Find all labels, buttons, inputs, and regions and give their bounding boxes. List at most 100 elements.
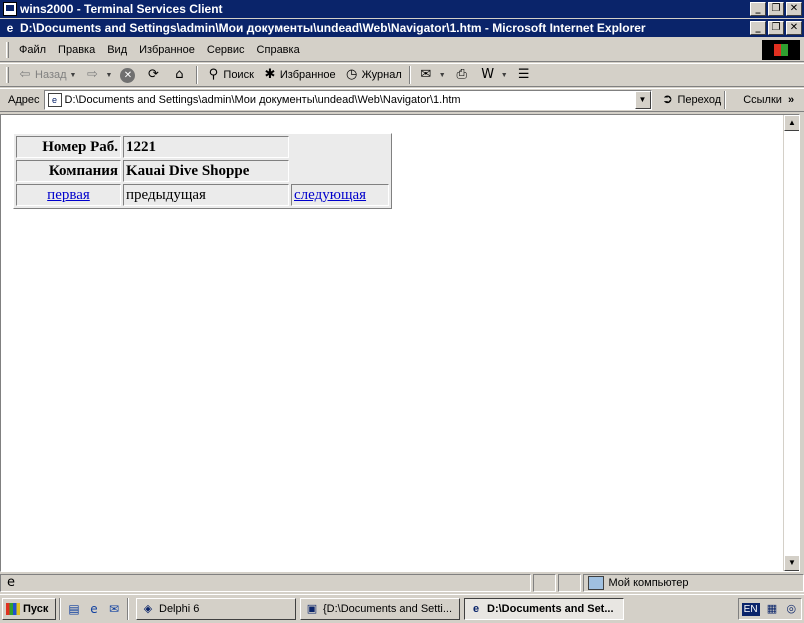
windows-flag-icon [6,603,20,615]
address-dropdown-icon[interactable]: ▼ [634,91,651,109]
mail-dropdown-icon[interactable]: ▼ [439,72,446,79]
discuss-button[interactable]: ☰ [512,64,538,86]
taskbar-separator [59,598,61,620]
home-icon: ⌂ [175,67,184,82]
refresh-button[interactable]: ⟳ [141,64,167,86]
company-label: Компания [16,160,121,182]
toolbar-grip[interactable] [6,67,9,83]
status-pane-security [558,574,582,592]
status-bar: e Мой компьютер [0,573,804,593]
next-link[interactable]: следующая [294,187,366,203]
page-content: Номер Раб. 1221 Компания Kauai Dive Shop… [0,114,800,572]
history-button[interactable]: ◷ Журнал [340,64,406,86]
go-button[interactable]: ➲ Переход [660,92,722,108]
back-label: Назад [35,69,67,81]
scroll-down-button[interactable]: ▼ [784,555,799,571]
delphi-icon: ◈ [143,603,153,615]
toolbar-separator [196,66,199,84]
edit-button[interactable]: W ▼ [476,64,512,86]
task-label: {D:\Documents and Setti... [323,603,453,615]
forward-dropdown-icon[interactable]: ▼ [105,72,112,79]
terminal-restore-button[interactable]: ❐ [768,2,784,16]
standard-toolbar: ⇦ Назад ▼ ⇨ ▼ ✕ ⟳ ⌂ ⚲ Поиск ✱ Избранное … [0,63,804,87]
vertical-scrollbar[interactable]: ▲ ▼ [783,115,799,571]
my-computer-icon [588,576,605,590]
toolbar-separator [408,66,411,84]
search-button[interactable]: ⚲ Поиск [201,64,257,86]
search-icon: ⚲ [208,67,219,82]
settings-icon[interactable]: ◎ [784,602,798,616]
print-button[interactable]: ⎙ [450,64,476,86]
chevron-right-icon[interactable]: » [788,94,794,106]
edit-dropdown-icon[interactable]: ▼ [501,72,508,79]
terminal-close-button[interactable]: ✕ [786,2,802,16]
terminal-services-titlebar[interactable]: wins2000 - Terminal Services Client _ ❐ … [0,0,804,18]
favorites-icon: ✱ [264,67,276,82]
show-desktop-icon[interactable]: ▤ [64,599,84,619]
record-table: Номер Раб. 1221 Компания Kauai Dive Shop… [13,133,392,209]
history-icon: ◷ [345,67,358,82]
page-icon: e [47,93,62,107]
taskbar-separator [127,598,129,620]
network-icon[interactable]: ▦ [765,602,779,616]
task-delphi[interactable]: ◈ Delphi 6 [136,598,296,620]
menu-bar: Файл Правка Вид Избранное Сервис Справка [0,38,804,62]
forward-button[interactable]: ⇨ ▼ [80,64,116,86]
terminal-window-title: wins2000 - Terminal Services Client [20,2,223,16]
company-value: Kauai Dive Shoppe [123,160,289,182]
mail-icon: ✉ [420,67,432,82]
ie-minimize-button[interactable]: _ [750,21,766,35]
system-tray: EN ▦ ◎ [738,598,802,620]
ie-window-title: D:\Documents and Settings\admin\Мои доку… [20,21,646,35]
navigation-row: первая предыдущая следующая [16,184,389,206]
windows-logo-icon [762,40,800,60]
discuss-icon: ☰ [517,67,530,82]
status-zone-pane: Мой компьютер [583,574,804,592]
menu-help[interactable]: Справка [251,44,306,56]
back-button[interactable]: ⇦ Назад ▼ [13,64,80,86]
ie-quicklaunch-icon[interactable]: e [84,599,104,619]
menu-tools[interactable]: Сервис [201,44,251,56]
ie-restore-button[interactable]: ❐ [768,21,784,35]
language-indicator[interactable]: EN [741,602,760,616]
search-label: Поиск [223,69,254,81]
go-label: Переход [677,94,722,106]
address-field[interactable]: e D:\Documents and Settings\admin\Мои до… [43,90,652,110]
status-zone-label: Мой компьютер [608,577,689,589]
history-label: Журнал [361,69,402,81]
ie-task-icon: e [472,603,480,615]
outlook-quicklaunch-icon[interactable]: ✉ [104,599,124,619]
favorites-label: Избранное [279,69,336,81]
stop-button[interactable]: ✕ [116,64,141,86]
home-button[interactable]: ⌂ [167,64,193,86]
mail-button[interactable]: ✉ ▼ [414,64,450,86]
menu-grip[interactable] [6,41,9,58]
stop-icon: ✕ [120,67,136,83]
status-page-icon: e [7,575,15,590]
task-label: D:\Documents and Set... [487,603,614,615]
address-value[interactable]: D:\Documents and Settings\admin\Мои доку… [65,94,635,106]
task-ie[interactable]: e D:\Documents and Set... [464,598,624,620]
first-link[interactable]: первая [47,187,90,203]
print-icon: ⎙ [456,67,467,82]
menu-edit[interactable]: Правка [52,44,101,56]
ie-titlebar[interactable]: e D:\Documents and Settings\admin\Мои до… [0,19,804,37]
ie-close-button[interactable]: ✕ [786,21,802,35]
task-label: Delphi 6 [159,603,200,615]
back-dropdown-icon[interactable]: ▼ [70,72,77,79]
terminal-minimize-button[interactable]: _ [750,2,766,16]
menu-favorites[interactable]: Избранное [133,44,201,56]
taskbar: Пуск ▤ e ✉ ◈ Delphi 6 ▣ {D:\Documents an… [0,594,804,623]
status-main-pane: e [0,574,531,592]
empty-cell [291,136,389,182]
links-label: Ссылки [743,94,782,106]
menu-view[interactable]: Вид [101,44,133,56]
menu-file[interactable]: Файл [13,44,52,56]
forward-arrow-icon: ⇨ [87,67,98,82]
task-project[interactable]: ▣ {D:\Documents and Setti... [300,598,460,620]
status-pane-progress [532,574,557,592]
favorites-button[interactable]: ✱ Избранное [258,64,340,86]
scroll-up-button[interactable]: ▲ [784,115,799,131]
links-button[interactable]: Ссылки » [743,94,794,106]
start-button[interactable]: Пуск [2,598,56,620]
